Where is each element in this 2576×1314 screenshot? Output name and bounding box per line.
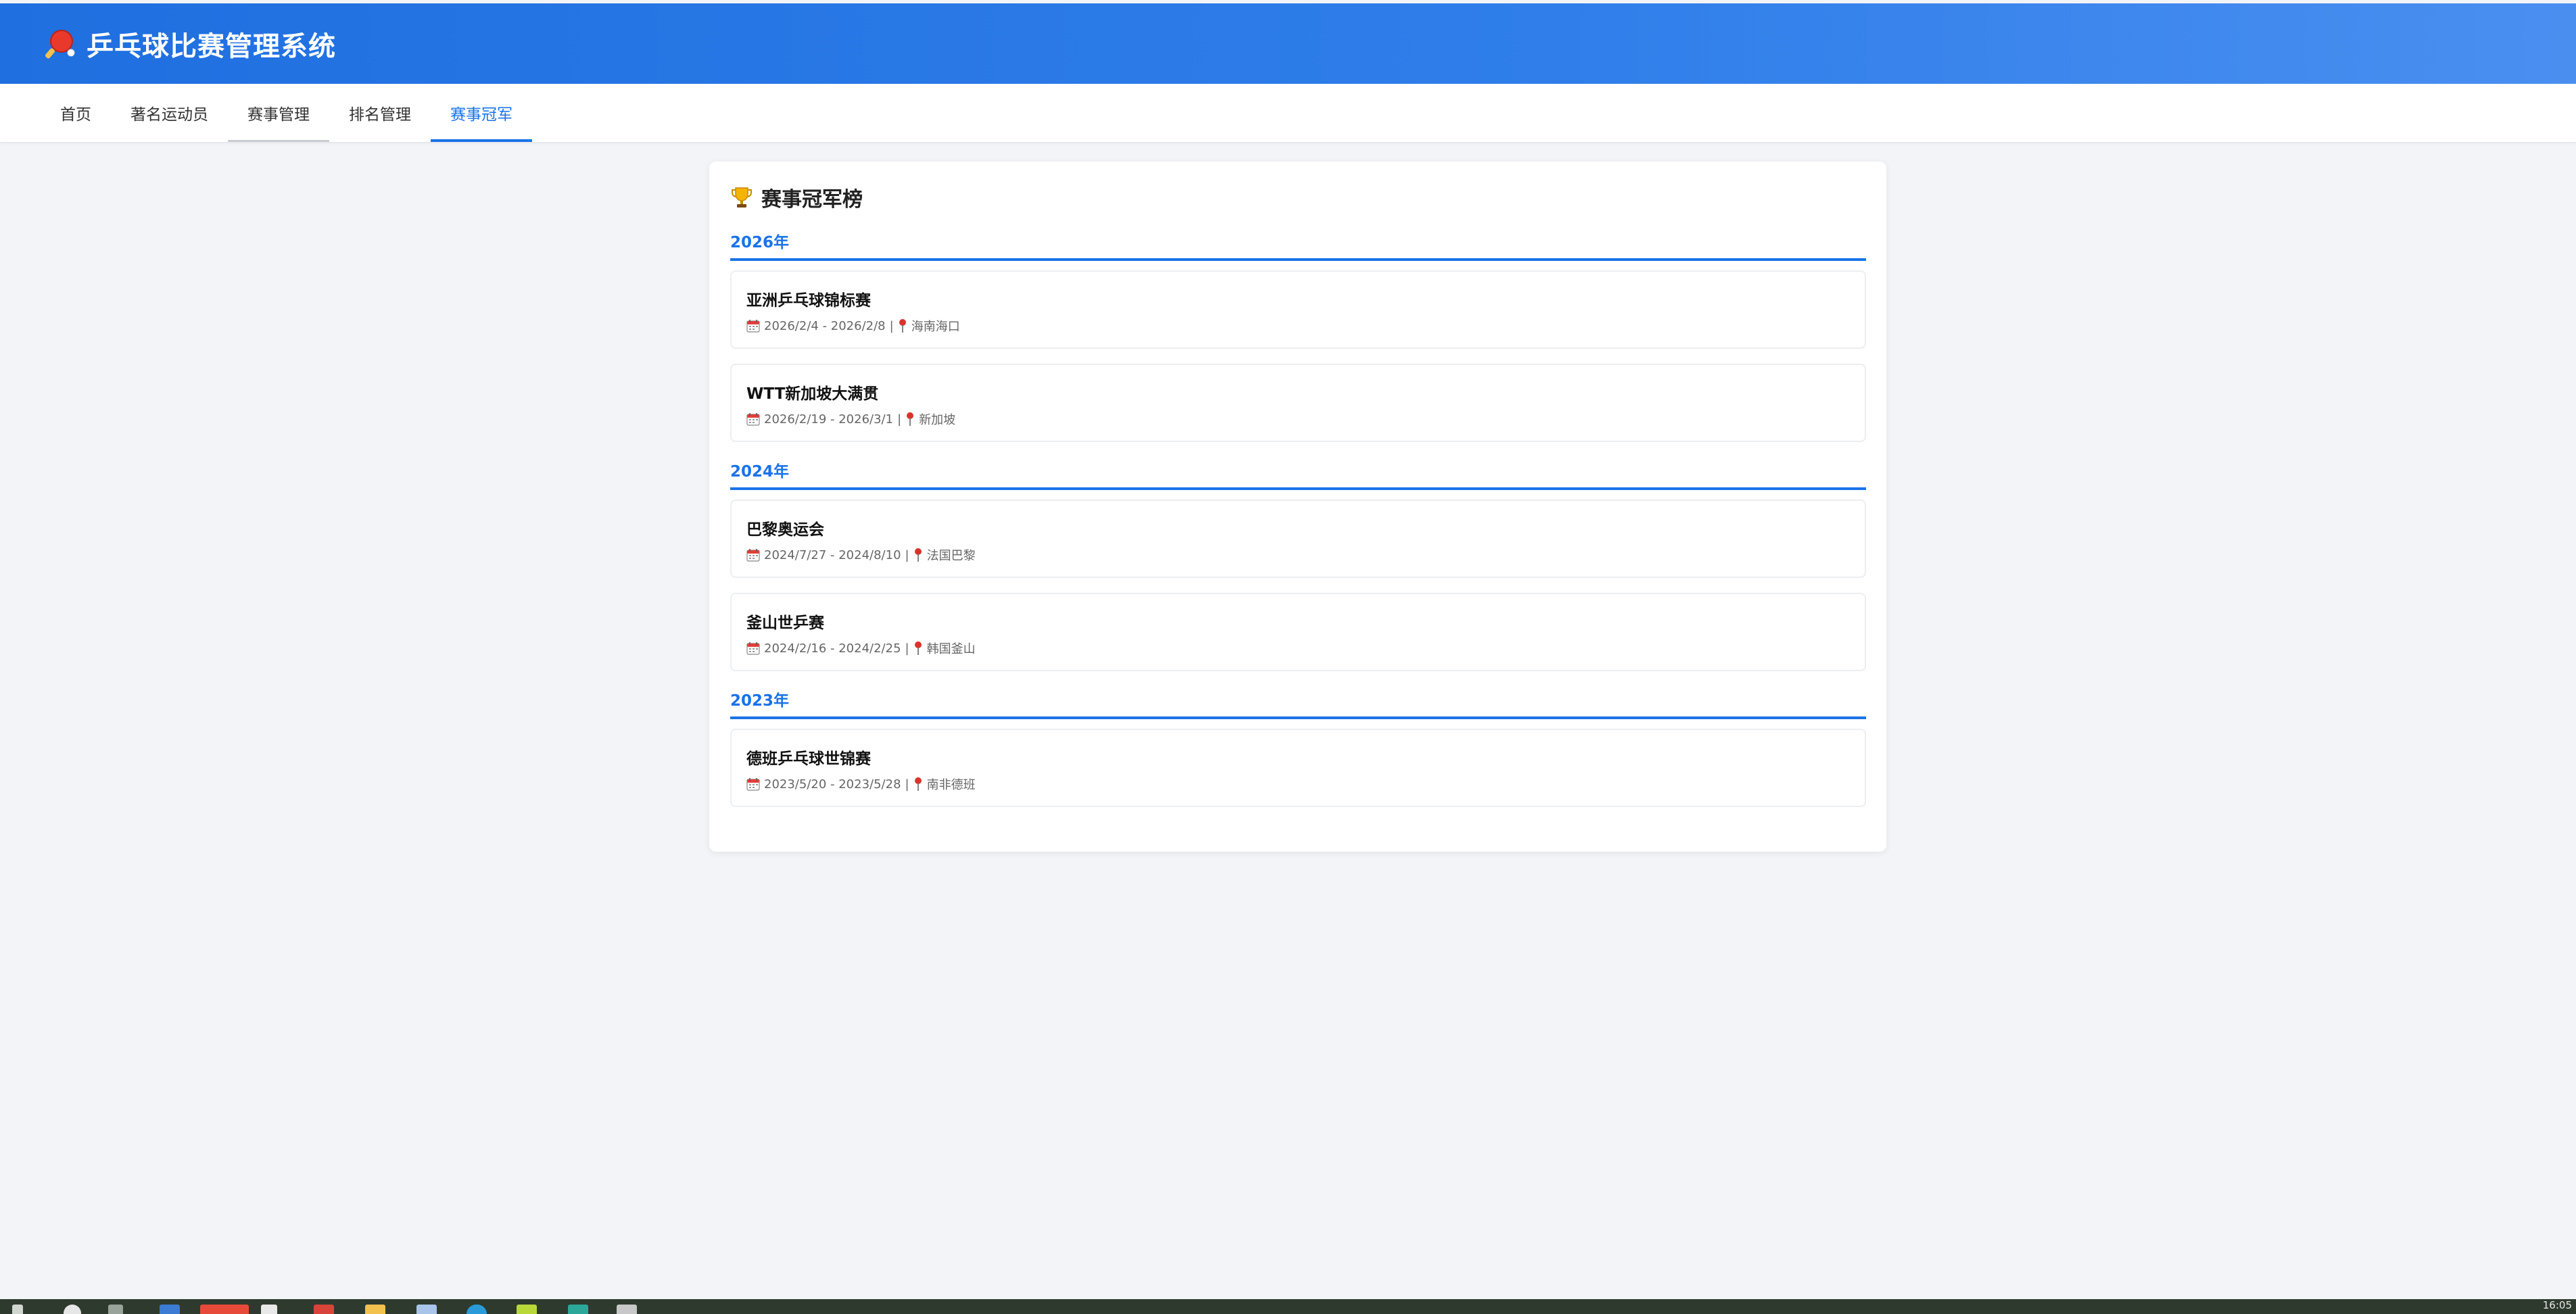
event-name: 德班乒乓球世锦赛	[746, 750, 871, 768]
meta-separator: |	[905, 641, 909, 656]
tab-ranking-management[interactable]: 排名管理	[329, 84, 431, 142]
task-view-icon[interactable]	[108, 1305, 123, 1314]
calendar-icon	[746, 642, 760, 655]
tab-match-management[interactable]: 赛事管理	[228, 84, 329, 142]
event-meta: 2026/2/19 - 2026/3/1 | 新加坡	[746, 411, 1865, 427]
event-card[interactable]: 德班乒乓球世锦赛 2023/5/20 - 2023/5/28 | 南非德班	[730, 729, 1866, 807]
year-section-2026: 2026年 亚洲乒乓球锦标赛 2026/2/4 - 2026/2/8 | 海南海…	[730, 229, 1866, 442]
calendar-icon	[746, 413, 760, 426]
event-name: 巴黎奥运会	[746, 521, 824, 539]
event-location: 海南海口	[911, 320, 960, 334]
event-location: 南非德班	[926, 778, 976, 792]
year-heading: 2026年	[730, 229, 1866, 261]
event-name: 釜山世乒赛	[746, 614, 824, 632]
page-title-text: 赛事冠军榜	[761, 188, 863, 212]
meta-separator: |	[905, 548, 909, 562]
year-heading: 2024年	[730, 458, 1866, 490]
year-section-2024: 2024年 巴黎奥运会 2024/7/27 - 2024/8/10 | 法国巴黎…	[730, 458, 1866, 671]
event-card[interactable]: 亚洲乒乓球锦标赛 2026/2/4 - 2026/2/8 | 海南海口	[730, 270, 1866, 349]
champions-card: 赛事冠军榜 2026年 亚洲乒乓球锦标赛 2026/2/4 - 2026/2/8…	[709, 162, 1886, 852]
terminal-icon[interactable]	[617, 1305, 637, 1314]
start-button-icon[interactable]	[12, 1305, 23, 1314]
event-meta: 2026/2/4 - 2026/2/8 | 海南海口	[746, 318, 1865, 334]
event-dates: 2024/2/16 - 2024/2/25	[764, 641, 901, 656]
location-pin-icon	[914, 548, 922, 562]
event-meta: 2023/5/20 - 2023/5/28 | 南非德班	[746, 776, 1865, 792]
taskbar-clock: 16:05	[2542, 1299, 2572, 1311]
notepad-icon[interactable]	[416, 1305, 437, 1314]
event-meta: 2024/7/27 - 2024/8/10 | 法国巴黎	[746, 547, 1865, 563]
calendar-icon	[746, 778, 760, 791]
tab-event-champions[interactable]: 赛事冠军	[431, 84, 532, 142]
document-icon[interactable]	[261, 1305, 277, 1314]
search-icon[interactable]	[64, 1305, 81, 1314]
tab-famous-players[interactable]: 著名运动员	[111, 84, 228, 142]
browser-active-icon[interactable]	[200, 1305, 249, 1314]
event-meta: 2024/2/16 - 2024/2/25 | 韩国釜山	[746, 640, 1865, 656]
meta-separator: |	[905, 777, 909, 792]
event-name: 亚洲乒乓球锦标赛	[746, 292, 871, 310]
event-location: 韩国釜山	[926, 642, 976, 656]
event-card[interactable]: WTT新加坡大满贯 2026/2/19 - 2026/3/1 | 新加坡	[730, 364, 1866, 442]
location-pin-icon	[914, 641, 922, 655]
page-title: 赛事冠军榜	[730, 182, 1866, 213]
calendar-icon	[746, 549, 760, 562]
edge-browser-icon[interactable]	[467, 1305, 487, 1314]
event-dates: 2026/2/4 - 2026/2/8	[764, 318, 886, 333]
os-taskbar: 16:05	[0, 1299, 2576, 1314]
event-dates: 2023/5/20 - 2023/5/28	[764, 777, 901, 792]
location-pin-icon	[914, 777, 922, 791]
event-card[interactable]: 釜山世乒赛 2024/2/16 - 2024/2/25 | 韩国釜山	[730, 593, 1866, 671]
folder-icon[interactable]	[365, 1305, 385, 1314]
event-dates: 2024/7/27 - 2024/8/10	[764, 548, 901, 562]
event-location: 法国巴黎	[926, 549, 976, 563]
calendar-app-icon[interactable]	[314, 1305, 334, 1314]
event-name: WTT新加坡大满贯	[746, 385, 879, 403]
app-title: 乒乓球比赛管理系统	[87, 30, 336, 62]
meta-separator: |	[889, 318, 894, 333]
trophy-icon	[732, 187, 752, 208]
event-dates: 2026/2/19 - 2026/3/1	[764, 412, 894, 427]
location-pin-icon	[907, 412, 914, 426]
green-app-icon[interactable]	[517, 1305, 537, 1314]
event-card[interactable]: 巴黎奥运会 2024/7/27 - 2024/8/10 | 法国巴黎	[730, 500, 1866, 578]
event-location: 新加坡	[919, 413, 956, 427]
tab-home[interactable]: 首页	[41, 84, 111, 142]
teal-app-icon[interactable]	[568, 1305, 588, 1314]
year-heading: 2023年	[730, 687, 1866, 719]
meta-separator: |	[897, 412, 902, 427]
location-pin-icon	[899, 319, 906, 333]
app-icon-1[interactable]	[160, 1305, 180, 1314]
calendar-icon	[746, 320, 760, 333]
app-header: 乒乓球比赛管理系统	[0, 3, 2576, 84]
year-section-2023: 2023年 德班乒乓球世锦赛 2023/5/20 - 2023/5/28 | 南…	[730, 687, 1866, 807]
main-nav: 首页 著名运动员 赛事管理 排名管理 赛事冠军	[0, 84, 2576, 143]
ping-pong-paddle-icon	[45, 29, 75, 58]
